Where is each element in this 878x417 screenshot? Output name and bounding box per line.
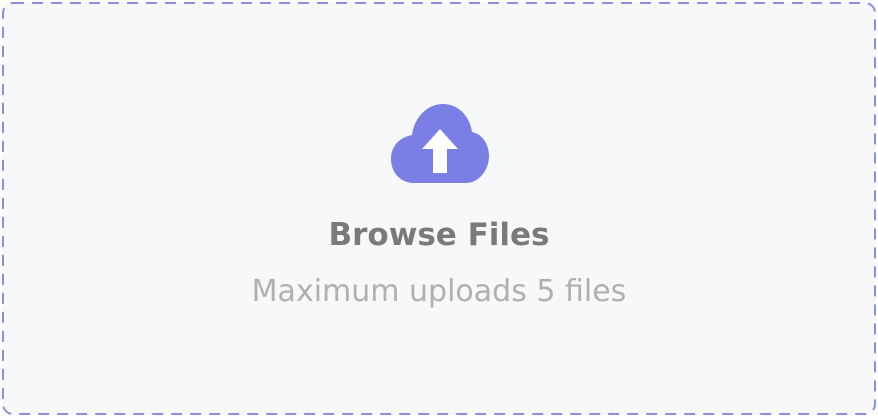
file-dropzone[interactable]: Browse Files Maximum uploads 5 files — [2, 2, 876, 415]
browse-files-title[interactable]: Browse Files — [2, 215, 876, 255]
upload-limit-text: Maximum uploads 5 files — [251, 274, 627, 309]
dropzone-dashed-border — [2, 2, 876, 415]
cloud-upload-icon — [391, 104, 489, 183]
